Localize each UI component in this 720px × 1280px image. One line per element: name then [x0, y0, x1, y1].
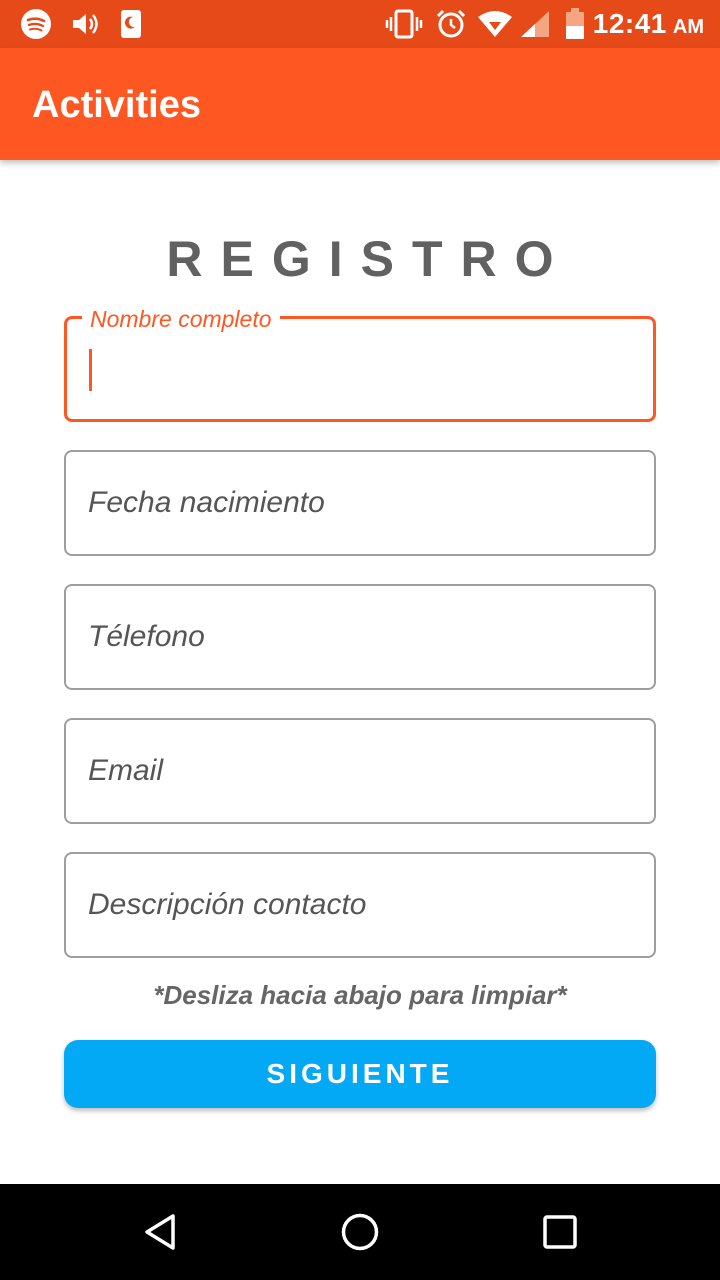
- signal-icon: [518, 0, 552, 48]
- recents-icon: [543, 1215, 577, 1249]
- clock: 12:41 AM: [593, 0, 704, 48]
- text-cursor: [89, 349, 92, 391]
- email-input[interactable]: Email: [64, 718, 656, 824]
- registration-form: REGISTRO Nombre completo Fecha nacimient…: [0, 160, 720, 1184]
- recents-button[interactable]: [500, 1184, 620, 1280]
- birth-date-placeholder: Fecha nacimiento: [88, 486, 325, 519]
- do-not-disturb-icon: [118, 0, 144, 48]
- wifi-icon: [476, 0, 514, 48]
- status-bar: 12:41 AM: [0, 0, 720, 48]
- phone-input[interactable]: Télefono: [64, 584, 656, 690]
- app-bar: Activities: [0, 48, 720, 160]
- vibrate-icon: [384, 0, 424, 48]
- battery-icon: [562, 0, 588, 48]
- email-placeholder: Email: [88, 754, 164, 787]
- next-button[interactable]: SIGUIENTE: [64, 1040, 656, 1108]
- clock-ampm: AM: [672, 16, 704, 38]
- contact-description-placeholder: Descripción contacto: [88, 888, 367, 921]
- navigation-bar: [0, 1184, 720, 1280]
- back-button[interactable]: [100, 1184, 220, 1280]
- full-name-label: Nombre completo: [82, 306, 280, 333]
- phone-placeholder: Télefono: [88, 620, 205, 653]
- form-title: REGISTRO: [166, 231, 572, 287]
- swipe-hint: *Desliza hacia abajo para limpiar*: [153, 980, 567, 1010]
- app-title: Activities: [32, 84, 201, 126]
- birth-date-input[interactable]: Fecha nacimiento: [64, 450, 656, 556]
- back-icon: [145, 1214, 175, 1250]
- contact-description-input[interactable]: Descripción contacto: [64, 852, 656, 958]
- home-icon: [341, 1213, 379, 1251]
- spotify-icon: [18, 0, 54, 48]
- volume-icon: [68, 0, 102, 48]
- home-button[interactable]: [300, 1184, 420, 1280]
- clock-time: 12:41: [592, 8, 667, 39]
- alarm-icon: [434, 0, 468, 48]
